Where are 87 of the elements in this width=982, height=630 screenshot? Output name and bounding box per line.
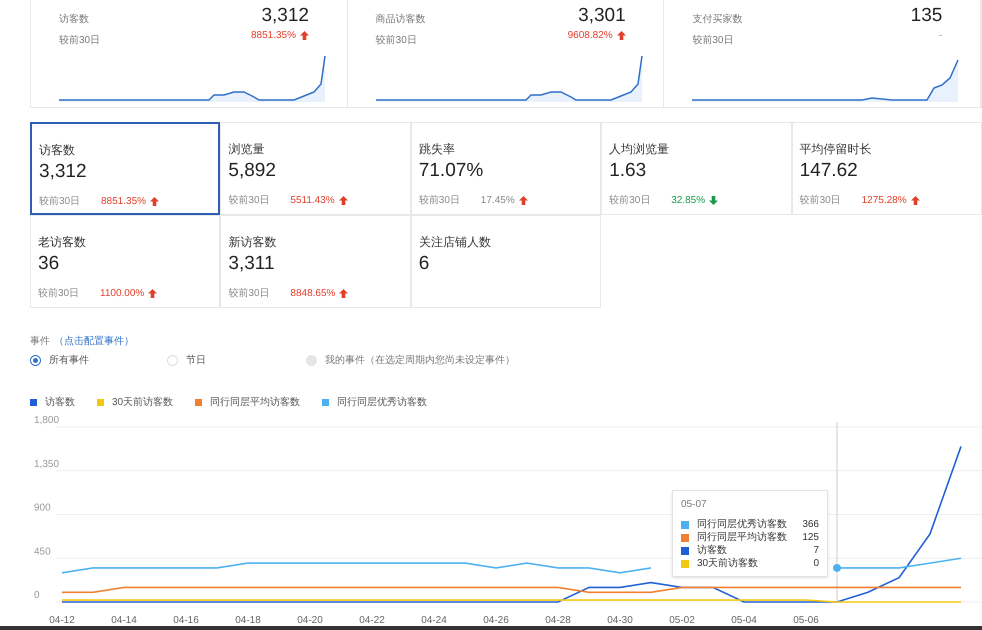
legend-label[interactable]: 同行同层平均访客数 bbox=[210, 395, 300, 410]
data-point bbox=[833, 564, 841, 572]
card-value: 3,301 bbox=[578, 4, 626, 28]
section-title: 事件 bbox=[30, 334, 50, 349]
metric-label: 访客数 bbox=[39, 142, 76, 159]
change-value: 9608.82% bbox=[568, 29, 613, 43]
metric-label: 浏览量 bbox=[228, 141, 266, 158]
card-label: 支付买家数 bbox=[692, 12, 742, 27]
change-value: 17.45% bbox=[480, 194, 515, 208]
card-value: 3,312 bbox=[261, 4, 309, 28]
axis-label: 450 bbox=[34, 546, 51, 558]
metric-label: 跳失率 bbox=[418, 141, 456, 158]
tooltip-value: 7 bbox=[813, 544, 819, 557]
metric-value: 6 bbox=[418, 252, 430, 276]
card-label: 商品访客数 bbox=[376, 12, 426, 27]
tooltip-value: 366 bbox=[802, 518, 819, 531]
metric-card[interactable]: 人均浏览量 1.63 较前30日 32.85% bbox=[601, 122, 792, 215]
axis-label: 04-16 bbox=[173, 615, 199, 626]
tooltip-date: 05-07 bbox=[681, 498, 708, 512]
metric-value: 3,312 bbox=[39, 160, 88, 184]
axis-label: 05-04 bbox=[731, 615, 757, 626]
metric-card[interactable]: 新访客数 3,311 较前30日 8848.65% bbox=[220, 215, 411, 308]
card-value: 135 bbox=[910, 4, 942, 28]
compare-label: 较前30日 bbox=[59, 34, 100, 48]
compare-label: 较前30日 bbox=[376, 34, 418, 48]
change-value: 1275.28% bbox=[862, 194, 907, 208]
configure-events-link[interactable]: （点击配置事件） bbox=[54, 334, 134, 349]
legend-label[interactable]: 30天前访客数 bbox=[112, 395, 174, 410]
axis-label: 0 bbox=[34, 590, 40, 601]
compare-label: 较前30日 bbox=[800, 194, 842, 208]
metric-card[interactable]: 跳失率 71.07% 较前30日 17.45% bbox=[410, 122, 602, 215]
tooltip-label: 访客数 bbox=[697, 544, 728, 557]
legend-label[interactable]: 访客数 bbox=[45, 395, 75, 410]
metric-label: 关注店铺人数 bbox=[418, 234, 492, 251]
metric-card[interactable]: 老访客数 36 较前30日 1100.00% bbox=[30, 215, 220, 308]
metric-value: 1.63 bbox=[609, 159, 648, 183]
radio-label[interactable]: 节日 bbox=[186, 353, 206, 368]
metric-card[interactable]: 访客数 3,312 较前30日 8851.35% bbox=[30, 122, 220, 215]
legend-label[interactable]: 同行同层优秀访客数 bbox=[337, 395, 428, 410]
metric-value: 71.07% bbox=[418, 159, 484, 183]
change-value: 1100.00% bbox=[100, 287, 144, 301]
axis-label: 04-30 bbox=[607, 615, 633, 626]
tooltip-label: 30天前访客数 bbox=[697, 557, 760, 570]
axis-label: 1,350 bbox=[34, 458, 60, 470]
metric-value: 5,892 bbox=[228, 159, 277, 183]
metric-label: 人均浏览量 bbox=[609, 141, 670, 158]
axis-label: 1,800 bbox=[34, 415, 60, 426]
change-value: 5511.43% bbox=[290, 194, 335, 208]
axis-label: 04-20 bbox=[297, 615, 323, 626]
compare-label: 较前30日 bbox=[228, 194, 271, 208]
axis-label: 04-12 bbox=[49, 615, 75, 626]
compare-label: 较前30日 bbox=[39, 194, 82, 209]
radio-label[interactable]: 所有事件 bbox=[49, 353, 89, 368]
axis-label: 05-06 bbox=[793, 615, 819, 626]
compare-label: 较前30日 bbox=[418, 194, 461, 208]
compare-label: 较前30日 bbox=[609, 194, 652, 208]
change-value: 8851.35% bbox=[250, 29, 296, 43]
card-label: 访客数 bbox=[59, 12, 90, 27]
axis-label: 04-14 bbox=[111, 615, 137, 626]
tooltip-value: 125 bbox=[802, 531, 819, 544]
compare-label: 较前30日 bbox=[228, 286, 271, 301]
axis-label: 04-24 bbox=[421, 615, 447, 626]
axis-label: 04-28 bbox=[545, 615, 571, 626]
metric-label: 新访客数 bbox=[228, 234, 278, 251]
metric-card[interactable]: 平均停留时长 147.62 较前30日 1275.28% bbox=[792, 122, 982, 215]
metric-label: 老访客数 bbox=[38, 234, 87, 251]
change-value: - bbox=[939, 29, 942, 43]
compare-label: 较前30日 bbox=[692, 34, 734, 48]
change-value: 8848.65% bbox=[290, 287, 336, 301]
tooltip-label: 同行同层优秀访客数 bbox=[697, 518, 788, 531]
metric-value: 36 bbox=[38, 252, 60, 276]
compare-label: 较前30日 bbox=[38, 286, 80, 301]
axis-label: 04-22 bbox=[359, 615, 385, 626]
axis-label: 05-02 bbox=[669, 615, 695, 626]
change-value: 8851.35% bbox=[101, 195, 146, 209]
axis-label: 900 bbox=[34, 502, 51, 514]
axis-label: 04-26 bbox=[483, 615, 509, 626]
radio-button[interactable] bbox=[30, 355, 41, 366]
metric-card[interactable]: 关注店铺人数 6 bbox=[410, 215, 602, 308]
metric-card[interactable]: 浏览量 5,892 较前30日 5511.43% bbox=[220, 122, 411, 215]
metric-label: 平均停留时长 bbox=[800, 141, 873, 158]
axis-label: 04-18 bbox=[235, 615, 261, 626]
change-value: 32.85% bbox=[671, 194, 706, 208]
metric-value: 147.62 bbox=[800, 159, 859, 183]
metric-value: 3,311 bbox=[228, 252, 276, 276]
tooltip-value: 0 bbox=[813, 557, 819, 570]
tooltip-label: 同行同层平均访客数 bbox=[697, 531, 788, 544]
